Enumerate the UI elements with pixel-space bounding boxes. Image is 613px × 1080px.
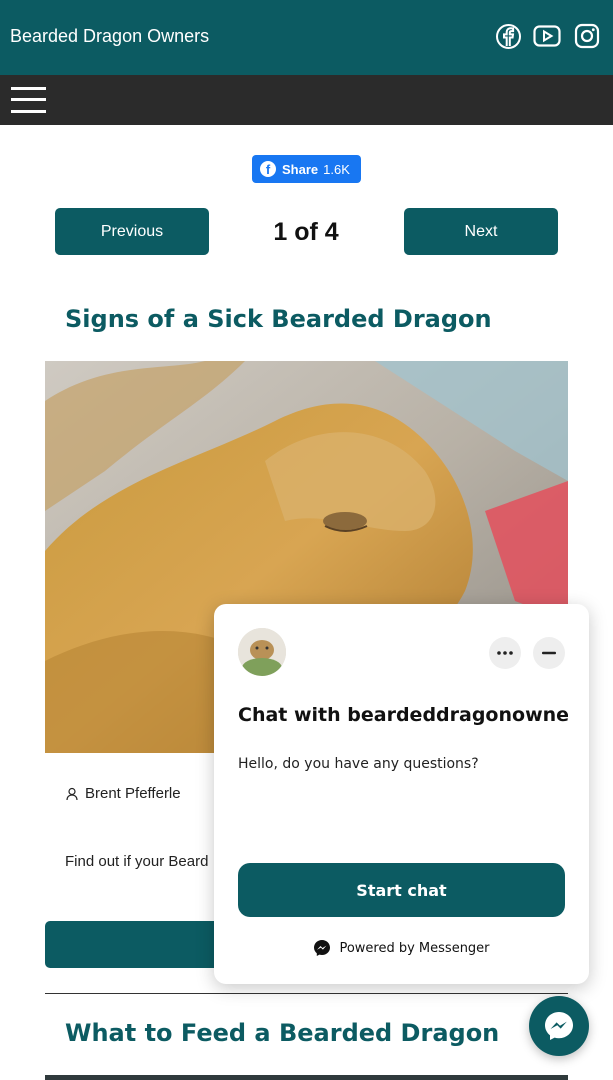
instagram-icon[interactable] xyxy=(573,22,601,50)
previous-button[interactable]: Previous xyxy=(55,208,209,255)
more-options-icon[interactable] xyxy=(489,637,521,669)
messenger-chat-popup: Chat with beardeddragonowners.... Hello,… xyxy=(214,604,589,984)
article-excerpt: Find out if your Beard xyxy=(65,853,209,870)
chat-title: Chat with beardeddragonowners.... xyxy=(238,704,568,726)
menu-icon[interactable] xyxy=(11,85,46,115)
chat-greeting: Hello, do you have any questions? xyxy=(238,756,479,772)
facebook-icon: f xyxy=(260,161,276,177)
facebook-share-button[interactable]: f Share 1.6K xyxy=(252,155,361,183)
facebook-icon[interactable] xyxy=(494,22,522,50)
messenger-icon xyxy=(314,940,331,956)
next-button[interactable]: Next xyxy=(404,208,558,255)
article-title[interactable]: What to Feed a Bearded Dragon xyxy=(65,1019,499,1047)
article-title[interactable]: Signs of a Sick Bearded Dragon xyxy=(65,305,492,333)
share-count: 1.6K xyxy=(323,161,350,177)
site-title[interactable]: Bearded Dragon Owners xyxy=(10,26,209,47)
youtube-icon[interactable] xyxy=(533,22,561,50)
messenger-icon xyxy=(545,1012,573,1040)
messenger-chat-button[interactable] xyxy=(529,996,589,1056)
nav-bar xyxy=(0,75,613,125)
page-avatar xyxy=(238,628,286,676)
powered-by-label: Powered by Messenger xyxy=(339,940,490,956)
minimize-icon[interactable] xyxy=(533,637,565,669)
divider xyxy=(45,993,568,994)
user-icon xyxy=(66,787,78,800)
site-header: Bearded Dragon Owners xyxy=(0,0,613,75)
author-name[interactable]: Brent Pfefferle xyxy=(85,785,181,802)
share-label: Share xyxy=(282,161,319,177)
article-author: Brent Pfefferle xyxy=(65,785,181,802)
powered-by-messenger[interactable]: Powered by Messenger xyxy=(214,939,589,957)
page-indicator: 1 of 4 xyxy=(273,218,339,246)
article-image[interactable] xyxy=(45,1075,568,1080)
start-chat-button[interactable]: Start chat xyxy=(238,863,565,917)
